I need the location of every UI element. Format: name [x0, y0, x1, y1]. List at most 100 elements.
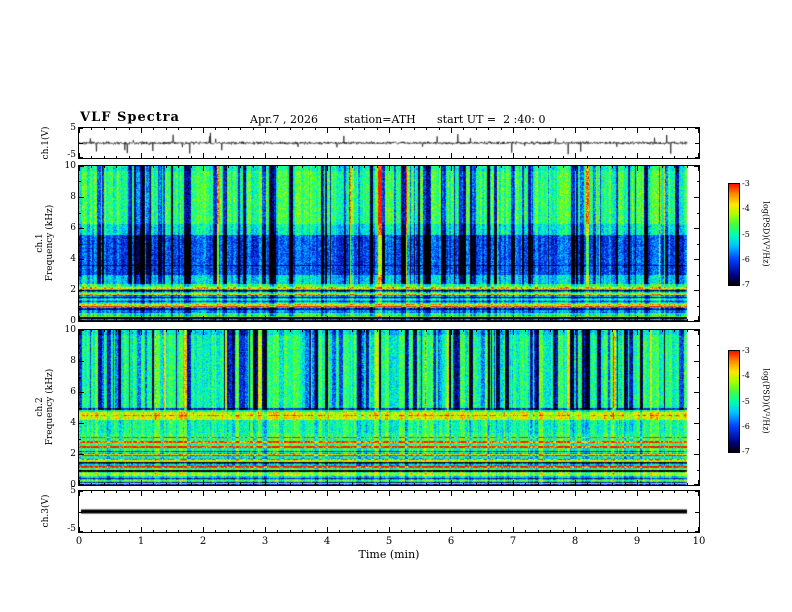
axis-tick [302, 319, 303, 321]
axis-tick [277, 530, 278, 532]
tick-label: 7 [509, 536, 517, 547]
axis-tick [79, 244, 81, 245]
axis-tick [476, 483, 477, 485]
axis-tick [364, 491, 365, 493]
axis-tick [352, 128, 353, 130]
axis-tick [116, 166, 117, 168]
axis-tick [501, 128, 502, 130]
tick-label: -6 [742, 255, 750, 264]
axis-tick [451, 316, 452, 321]
axis-tick [637, 491, 638, 496]
axis-tick [104, 128, 105, 130]
axis-tick [513, 480, 514, 485]
axis-tick [141, 166, 142, 171]
axis-tick [79, 306, 81, 307]
axis-tick [649, 530, 650, 532]
axis-tick [215, 491, 216, 493]
axis-tick [662, 128, 663, 130]
tick-label: 8 [571, 536, 579, 547]
axis-tick [401, 128, 402, 130]
axis-tick [116, 330, 117, 332]
axis-tick [637, 527, 638, 532]
tick-label: 4 [70, 418, 76, 428]
axis-tick [697, 275, 699, 276]
axis-tick [79, 512, 83, 513]
axis-tick [662, 166, 663, 168]
axis-tick [153, 156, 154, 158]
axis-tick [352, 166, 353, 168]
axis-tick [488, 483, 489, 485]
axis-tick [550, 530, 551, 532]
axis-tick [612, 319, 613, 321]
tick-label: 6 [70, 387, 76, 397]
axis-tick [166, 166, 167, 168]
axis-tick [339, 483, 340, 485]
tick-label: -4 [742, 371, 750, 380]
axis-tick [79, 531, 83, 532]
ch1-wave-ylabel: ch.1(V) [41, 126, 51, 160]
axis-tick [79, 143, 83, 144]
axis-tick [79, 345, 81, 346]
axis-tick [339, 330, 340, 332]
axis-tick [525, 166, 526, 168]
axis-tick [129, 330, 130, 332]
axis-tick [277, 330, 278, 332]
axis-tick [129, 491, 130, 493]
axis-tick [377, 128, 378, 130]
axis-tick [141, 128, 142, 133]
axis-tick [476, 166, 477, 168]
axis-tick [550, 483, 551, 485]
axis-tick [327, 330, 328, 335]
axis-tick [687, 128, 688, 130]
axis-tick [697, 244, 699, 245]
axis-tick [674, 166, 675, 168]
axis-tick [228, 330, 229, 332]
axis-tick [79, 439, 81, 440]
axis-tick [315, 530, 316, 532]
axis-tick [695, 143, 699, 144]
tick-label: 0 [75, 536, 83, 547]
axis-tick [513, 330, 514, 335]
axis-tick [563, 491, 564, 493]
axis-tick [253, 491, 254, 493]
axis-tick [501, 319, 502, 321]
axis-tick [203, 491, 204, 496]
axis-tick [550, 319, 551, 321]
axis-tick [550, 491, 551, 493]
axis-tick [451, 491, 452, 496]
axis-tick [587, 491, 588, 493]
axis-tick [253, 166, 254, 168]
axis-tick [538, 530, 539, 532]
tick-label: 6 [447, 536, 455, 547]
axis-tick [377, 483, 378, 485]
ch1-spec-ylabel: ch.1 Frequency (kHz) [35, 205, 55, 282]
axis-tick [612, 483, 613, 485]
axis-tick [240, 319, 241, 321]
axis-tick [697, 345, 699, 346]
tick-label: 3 [261, 536, 269, 547]
axis-tick [694, 330, 699, 331]
axis-tick [104, 491, 105, 493]
axis-tick [79, 228, 84, 229]
axis-tick [612, 128, 613, 130]
axis-tick [265, 330, 266, 335]
axis-tick [414, 330, 415, 332]
axis-tick [525, 491, 526, 493]
axis-tick [215, 319, 216, 321]
axis-tick [290, 530, 291, 532]
axis-tick [277, 166, 278, 168]
axis-tick [649, 156, 650, 158]
axis-tick [129, 166, 130, 168]
ch1-waveform-panel [78, 127, 700, 159]
axis-tick [575, 527, 576, 532]
axis-tick [339, 319, 340, 321]
axis-tick [377, 319, 378, 321]
tick-label: 10 [64, 161, 76, 171]
axis-tick [364, 156, 365, 158]
tick-label: -7 [742, 280, 750, 289]
axis-tick [687, 491, 688, 493]
axis-tick [302, 330, 303, 332]
axis-tick [488, 491, 489, 493]
axis-tick [600, 330, 601, 332]
axis-tick [697, 306, 699, 307]
